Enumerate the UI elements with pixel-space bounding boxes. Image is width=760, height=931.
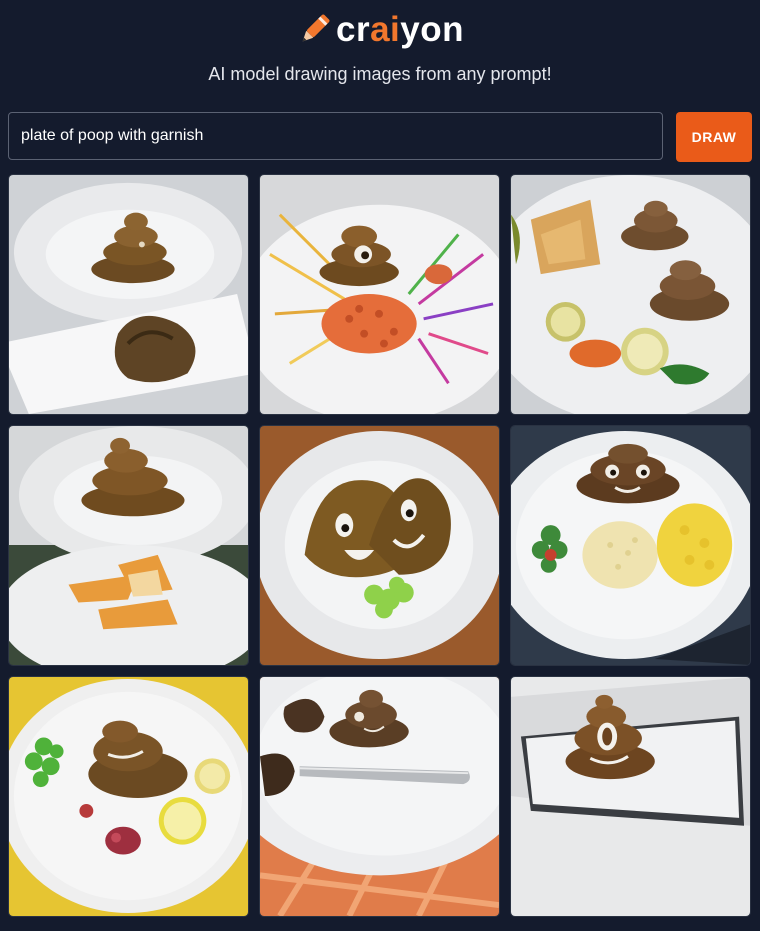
craiyon-logo[interactable]: craiyon xyxy=(0,10,760,50)
result-image-9-art xyxy=(511,677,750,916)
pencil-icon xyxy=(302,14,330,42)
result-image-1[interactable] xyxy=(8,174,249,415)
tagline: AI model drawing images from any prompt! xyxy=(208,64,552,84)
result-image-2-art xyxy=(260,175,499,414)
draw-button[interactable]: DRAW xyxy=(676,112,752,162)
result-image-7[interactable] xyxy=(8,676,249,917)
result-image-9[interactable] xyxy=(510,676,751,917)
result-image-2[interactable] xyxy=(259,174,500,415)
result-image-5-art xyxy=(260,426,499,665)
result-image-8-art xyxy=(260,677,499,916)
result-image-3-art xyxy=(511,175,750,414)
result-image-7-art xyxy=(9,677,248,916)
result-image-6[interactable] xyxy=(510,425,751,666)
result-image-3[interactable] xyxy=(510,174,751,415)
prompt-input[interactable] xyxy=(8,112,663,160)
result-image-8[interactable] xyxy=(259,676,500,917)
result-image-4[interactable] xyxy=(8,425,249,666)
prompt-bar: DRAW xyxy=(8,112,752,162)
result-image-6-art xyxy=(511,426,750,665)
result-image-4-art xyxy=(9,426,248,665)
result-image-5[interactable] xyxy=(259,425,500,666)
result-image-1-art xyxy=(9,175,248,414)
logo-text: craiyon xyxy=(335,10,465,49)
